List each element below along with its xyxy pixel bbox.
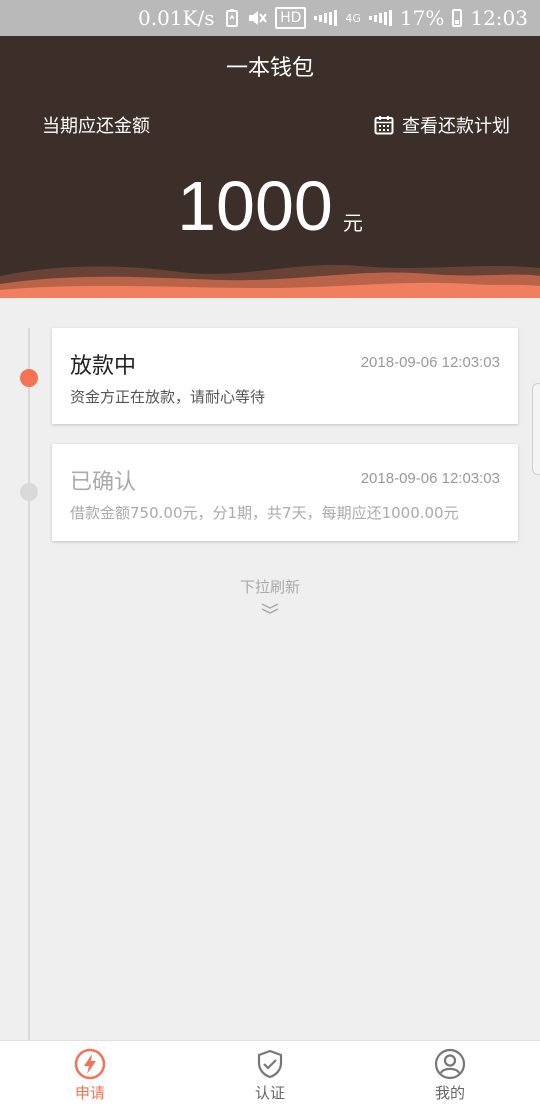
- repayment-plan-link[interactable]: 查看还款计划: [374, 112, 510, 138]
- mute-icon: [247, 9, 267, 27]
- status-bar: 0.01K/s HD 4G 17% 12:03: [0, 0, 540, 36]
- status-desc: 资金方正在放款，请耐心等待: [70, 388, 266, 406]
- nav-label: 我的: [434, 1084, 465, 1102]
- status-time: 2018-09-06 12:03:03: [360, 470, 500, 487]
- nav-verify[interactable]: 认证: [180, 1041, 360, 1110]
- signal-icon: [314, 10, 338, 26]
- network-speed: 0.01K/s: [138, 6, 215, 30]
- status-card-disbursing[interactable]: 放款中 2018-09-06 12:03:03 资金方正在放款，请耐心等待: [52, 328, 518, 424]
- nav-label: 申请: [74, 1084, 105, 1102]
- battery-icon: [452, 9, 463, 27]
- lightning-icon: [74, 1048, 106, 1080]
- decorative-waves: [0, 264, 540, 298]
- timeline-dot-active: [20, 369, 38, 387]
- header-panel: 一本钱包 当期应还金额 查看还款计划 1000 元: [0, 36, 540, 298]
- status-title: 已确认: [70, 470, 137, 495]
- due-amount: 1000: [177, 167, 333, 245]
- bottom-nav: 申请 认证 我的: [0, 1040, 540, 1110]
- battery-percent: 17%: [399, 6, 445, 30]
- timeline-dot-inactive: [20, 483, 38, 501]
- amount-unit: 元: [342, 211, 363, 235]
- repayment-plan-label: 查看还款计划: [402, 116, 510, 137]
- shield-check-icon: [257, 1049, 283, 1079]
- calendar-icon: [374, 116, 394, 135]
- screen: 0.01K/s HD 4G 17% 12:03 一本钱包 当期应还金额 查看还款…: [0, 0, 540, 1110]
- timeline-line: [28, 328, 30, 1040]
- status-title: 放款中: [70, 354, 137, 379]
- current-due-label: 当期应还金额: [42, 116, 150, 137]
- battery-saver-icon: [225, 9, 239, 27]
- amount-display: 1000 元: [0, 166, 540, 246]
- nav-apply[interactable]: 申请: [0, 1041, 180, 1110]
- hd-badge: HD: [275, 7, 307, 29]
- pull-to-refresh-hint: 下拉刷新: [0, 576, 540, 615]
- refresh-label: 下拉刷新: [239, 578, 300, 596]
- side-drawer-handle[interactable]: [532, 383, 540, 475]
- network-type: 4G: [345, 11, 361, 25]
- status-card-confirmed[interactable]: 已确认 2018-09-06 12:03:03 借款金额750.00元，分1期，…: [52, 444, 518, 541]
- nav-label: 认证: [254, 1084, 285, 1102]
- status-time: 2018-09-06 12:03:03: [360, 354, 500, 371]
- status-desc: 借款金额750.00元，分1期，共7天，每期应还1000.00元: [70, 504, 459, 522]
- app-title: 一本钱包: [225, 56, 314, 81]
- user-icon: [434, 1048, 466, 1080]
- clock: 12:03: [470, 6, 528, 30]
- nav-mine[interactable]: 我的: [360, 1041, 540, 1110]
- signal-icon-2: [368, 10, 392, 26]
- double-chevron-down-icon: [261, 603, 279, 614]
